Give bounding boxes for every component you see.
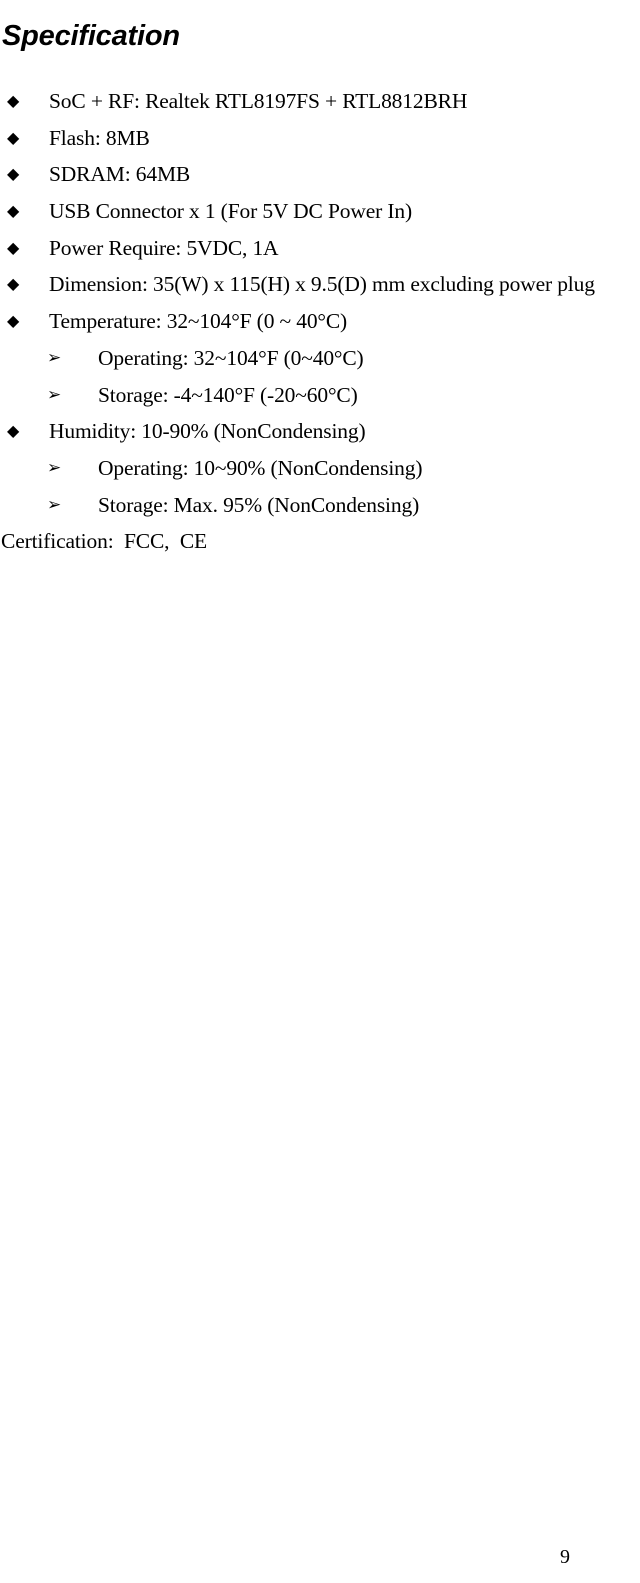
list-item-label: Temperature: 32~104°F (0 ~ 40°C)	[49, 309, 348, 334]
list-item-label: Storage: Max. 95% (NonCondensing)	[98, 492, 420, 517]
list-item: ➢ Operating: 10~90% (NonCondensing)	[0, 453, 640, 490]
page-number: 9	[560, 1546, 570, 1568]
arrowhead-bullet-icon: ➢	[47, 494, 62, 515]
diamond-bullet-icon: ◆	[7, 237, 20, 257]
list-item-label: USB Connector x 1 (For 5V DC Power In)	[49, 199, 412, 224]
diamond-bullet-icon: ◆	[7, 311, 20, 331]
diamond-bullet-icon: ◆	[7, 201, 20, 221]
diamond-bullet-icon: ◆	[7, 164, 20, 184]
list-item: ➢ Storage: -4~140°F (-20~60°C)	[0, 380, 640, 417]
list-item: ◆ Flash: 8MB	[0, 123, 640, 160]
list-item-label: Humidity: 10-90% (NonCondensing)	[49, 419, 366, 444]
list-item: ◆ Dimension: 35(W) x 115(H) x 9.5(D) mm e…	[0, 269, 640, 306]
list-item: ➢ Operating: 32~104°F (0~40°C)	[0, 343, 640, 380]
list-item: Certification: FCC, CE	[0, 526, 640, 563]
arrowhead-bullet-icon: ➢	[47, 384, 62, 405]
diamond-bullet-icon: ◆	[7, 127, 20, 147]
list-item-label: SoC + RF: Realtek RTL8197FS + RTL8812BRH	[49, 89, 468, 113]
list-item-label: Certification: FCC, CE	[1, 529, 208, 554]
page-title: Specification	[2, 20, 180, 53]
list-item: ◆ Power Require: 5VDC, 1A	[0, 233, 640, 270]
arrowhead-bullet-icon: ➢	[47, 347, 62, 368]
list-item: ◆ SDRAM: 64MB	[0, 159, 640, 196]
list-item: ◆ USB Connector x 1 (For 5V DC Power In)	[0, 196, 640, 233]
list-item: ◆ Humidity: 10-90% (NonCondensing)	[0, 416, 640, 453]
list-item-label: Storage: -4~140°F (-20~60°C)	[98, 382, 358, 407]
diamond-bullet-icon: ◆	[7, 274, 20, 294]
arrowhead-bullet-icon: ➢	[47, 457, 62, 478]
list-item-label: Flash: 8MB	[49, 125, 150, 150]
document-page: Specification ◆ SoC + RF: Realtek RTL8197…	[0, 0, 640, 1583]
list-item-label: Operating: 10~90% (NonCondensing)	[98, 455, 423, 480]
list-item-label: SDRAM: 64MB	[49, 162, 191, 187]
diamond-bullet-icon: ◆	[7, 421, 20, 441]
list-item-label: Operating: 32~104°F (0~40°C)	[98, 345, 364, 370]
list-item: ◆ Temperature: 32~104°F (0 ~ 40°C)	[0, 306, 640, 343]
specification-list: ◆ SoC + RF: Realtek RTL8197FS + RTL8812BR…	[0, 86, 640, 563]
list-item: ➢ Storage: Max. 95% (NonCondensing)	[0, 490, 640, 527]
list-item: ◆ SoC + RF: Realtek RTL8197FS + RTL8812BR…	[0, 86, 640, 123]
list-item-label: Dimension: 35(W) x 115(H) x 9.5(D) mm ex…	[49, 272, 595, 297]
list-item-label: Power Require: 5VDC, 1A	[49, 235, 279, 260]
diamond-bullet-icon: ◆	[7, 91, 20, 110]
